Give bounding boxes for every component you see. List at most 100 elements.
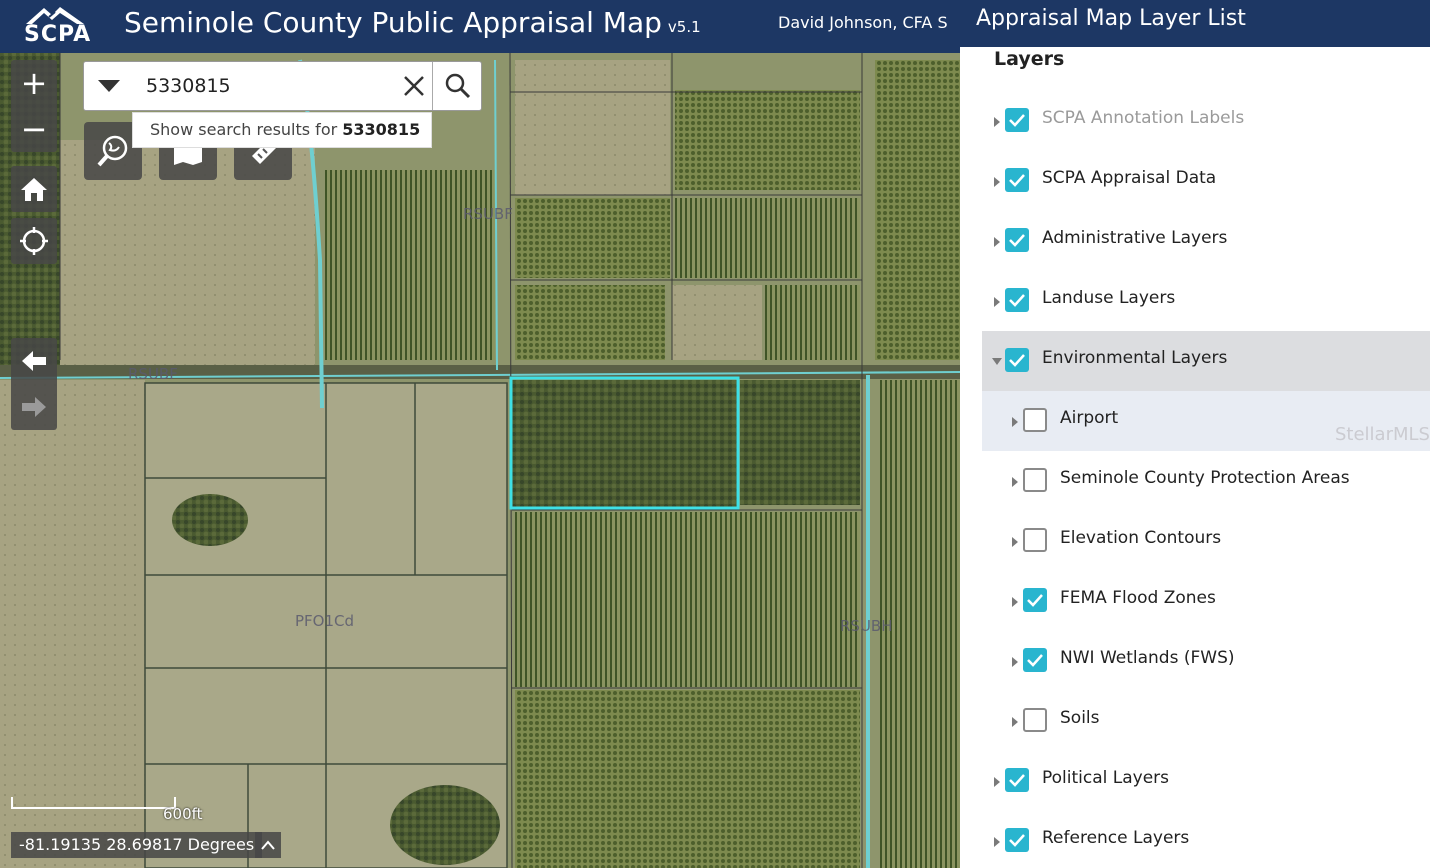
expand-layer-button[interactable] — [992, 114, 1002, 128]
layer-row: NWI Wetlands (FWS) — [982, 631, 1430, 691]
layer-label[interactable]: Airport — [1060, 408, 1118, 428]
expand-layer-button[interactable] — [1010, 594, 1020, 608]
layer-label[interactable]: Soils — [1060, 708, 1100, 728]
home-icon — [21, 178, 47, 201]
map-label-rsubf: RSUBF — [128, 365, 178, 383]
home-button[interactable] — [11, 166, 57, 212]
clear-search-button[interactable] — [396, 62, 432, 110]
layer-label[interactable]: SCPA Appraisal Data — [1042, 168, 1216, 188]
layer-label[interactable]: Seminole County Protection Areas — [1060, 468, 1350, 488]
zoom-out-button[interactable]: − — [11, 106, 57, 152]
app-header: SCPA Seminole County Public Appraisal Ma… — [0, 0, 960, 53]
zoom-in-button[interactable]: + — [11, 60, 57, 106]
layer-visibility-checkbox[interactable] — [1005, 288, 1029, 312]
layer-visibility-checkbox[interactable] — [1023, 648, 1047, 672]
layer-visibility-checkbox[interactable] — [1023, 468, 1047, 492]
chevron-up-icon — [261, 840, 275, 850]
expand-layer-button[interactable] — [992, 174, 1002, 188]
caret-right-icon — [994, 297, 1000, 307]
layer-label[interactable]: FEMA Flood Zones — [1060, 588, 1216, 608]
scale-label: 600ft — [163, 805, 203, 823]
layer-label[interactable]: Administrative Layers — [1042, 228, 1227, 248]
expand-layer-button[interactable] — [1010, 654, 1020, 668]
next-extent-button[interactable] — [11, 384, 57, 430]
search-suggestion[interactable]: Show search results for 5330815 — [132, 112, 432, 148]
layer-label[interactable]: NWI Wetlands (FWS) — [1060, 648, 1235, 668]
search-button[interactable] — [432, 62, 482, 110]
expand-layer-button[interactable] — [992, 234, 1002, 248]
layer-row: Seminole County Protection Areas — [982, 451, 1430, 511]
coordinate-toggle-button[interactable] — [255, 832, 281, 858]
search-box — [83, 61, 482, 111]
layer-visibility-checkbox[interactable] — [1005, 828, 1029, 852]
plus-icon: + — [20, 64, 48, 102]
expand-layer-button[interactable] — [992, 294, 1002, 308]
layer-row: Reference Layers — [982, 811, 1430, 868]
layer-visibility-checkbox[interactable] — [1005, 168, 1029, 192]
layer-row: SCPA Appraisal Data — [982, 151, 1430, 211]
arrow-left-icon — [22, 351, 46, 371]
caret-down-icon — [98, 80, 120, 92]
search-input[interactable] — [146, 72, 386, 100]
map-view[interactable]: RSUBF RSUBF PFO1Cd RSUBH + − 5330815 Sho… — [0, 0, 960, 868]
layer-label[interactable]: Landuse Layers — [1042, 288, 1175, 308]
watermark: StellarMLS — [1335, 424, 1430, 445]
expand-layer-button[interactable] — [992, 834, 1002, 848]
app-title-text: Seminole County Public Appraisal Map — [124, 6, 662, 39]
caret-right-icon — [1012, 477, 1018, 487]
extent-navigation — [11, 338, 57, 430]
expand-layer-button[interactable] — [1010, 534, 1020, 548]
caret-right-icon — [1012, 717, 1018, 727]
minus-icon: − — [20, 110, 48, 148]
layer-row: Soils — [982, 691, 1430, 751]
checkmark-icon — [1027, 654, 1043, 667]
layer-row: Environmental Layers — [982, 331, 1430, 391]
map-label-rsubf-top: RSUBF — [463, 205, 513, 223]
caret-right-icon — [1012, 537, 1018, 547]
panel-title: Appraisal Map Layer List — [960, 0, 1430, 47]
user-name: David Johnson, CFA S — [778, 13, 948, 32]
app-version: v5.1 — [667, 18, 701, 36]
search-source-dropdown[interactable] — [84, 62, 134, 110]
caret-right-icon — [994, 237, 1000, 247]
logo-text: SCPA — [24, 22, 92, 47]
layer-row: SCPA Annotation Labels — [982, 91, 1430, 151]
layer-visibility-checkbox[interactable] — [1023, 408, 1047, 432]
layer-row: Political Layers — [982, 751, 1430, 811]
arrow-right-icon — [22, 397, 46, 417]
checkmark-icon — [1009, 354, 1025, 367]
layer-row: Administrative Layers — [982, 211, 1430, 271]
layer-visibility-checkbox[interactable] — [1005, 228, 1029, 252]
layer-visibility-checkbox[interactable] — [1023, 708, 1047, 732]
layer-visibility-checkbox[interactable] — [1023, 528, 1047, 552]
layers-heading: Layers — [994, 48, 1065, 70]
layer-label[interactable]: Elevation Contours — [1060, 528, 1221, 548]
layer-row: Elevation Contours — [982, 511, 1430, 571]
caret-right-icon — [994, 837, 1000, 847]
layer-label[interactable]: Reference Layers — [1042, 828, 1189, 848]
checkmark-icon — [1009, 114, 1025, 127]
layer-visibility-checkbox[interactable] — [1005, 768, 1029, 792]
caret-right-icon — [994, 117, 1000, 127]
caret-right-icon — [994, 777, 1000, 787]
globe-search-icon — [97, 135, 128, 167]
layer-label[interactable]: Political Layers — [1042, 768, 1169, 788]
previous-extent-button[interactable] — [11, 338, 57, 384]
checkmark-icon — [1009, 294, 1025, 307]
map-label-rsubh: RSUBH — [840, 617, 893, 635]
layer-visibility-checkbox[interactable] — [1005, 108, 1029, 132]
collapse-layer-button[interactable] — [992, 354, 1002, 368]
expand-layer-button[interactable] — [1010, 474, 1020, 488]
expand-layer-button[interactable] — [992, 774, 1002, 788]
expand-layer-button[interactable] — [1010, 414, 1020, 428]
caret-right-icon — [1012, 597, 1018, 607]
locate-button[interactable] — [11, 218, 57, 264]
expand-layer-button[interactable] — [1010, 714, 1020, 728]
checkmark-icon — [1009, 174, 1025, 187]
layer-visibility-checkbox[interactable] — [1005, 348, 1029, 372]
caret-right-icon — [1012, 417, 1018, 427]
layer-label[interactable]: SCPA Annotation Labels — [1042, 108, 1244, 128]
layer-label[interactable]: Environmental Layers — [1042, 348, 1227, 368]
layer-visibility-checkbox[interactable] — [1023, 588, 1047, 612]
caret-right-icon — [1012, 657, 1018, 667]
